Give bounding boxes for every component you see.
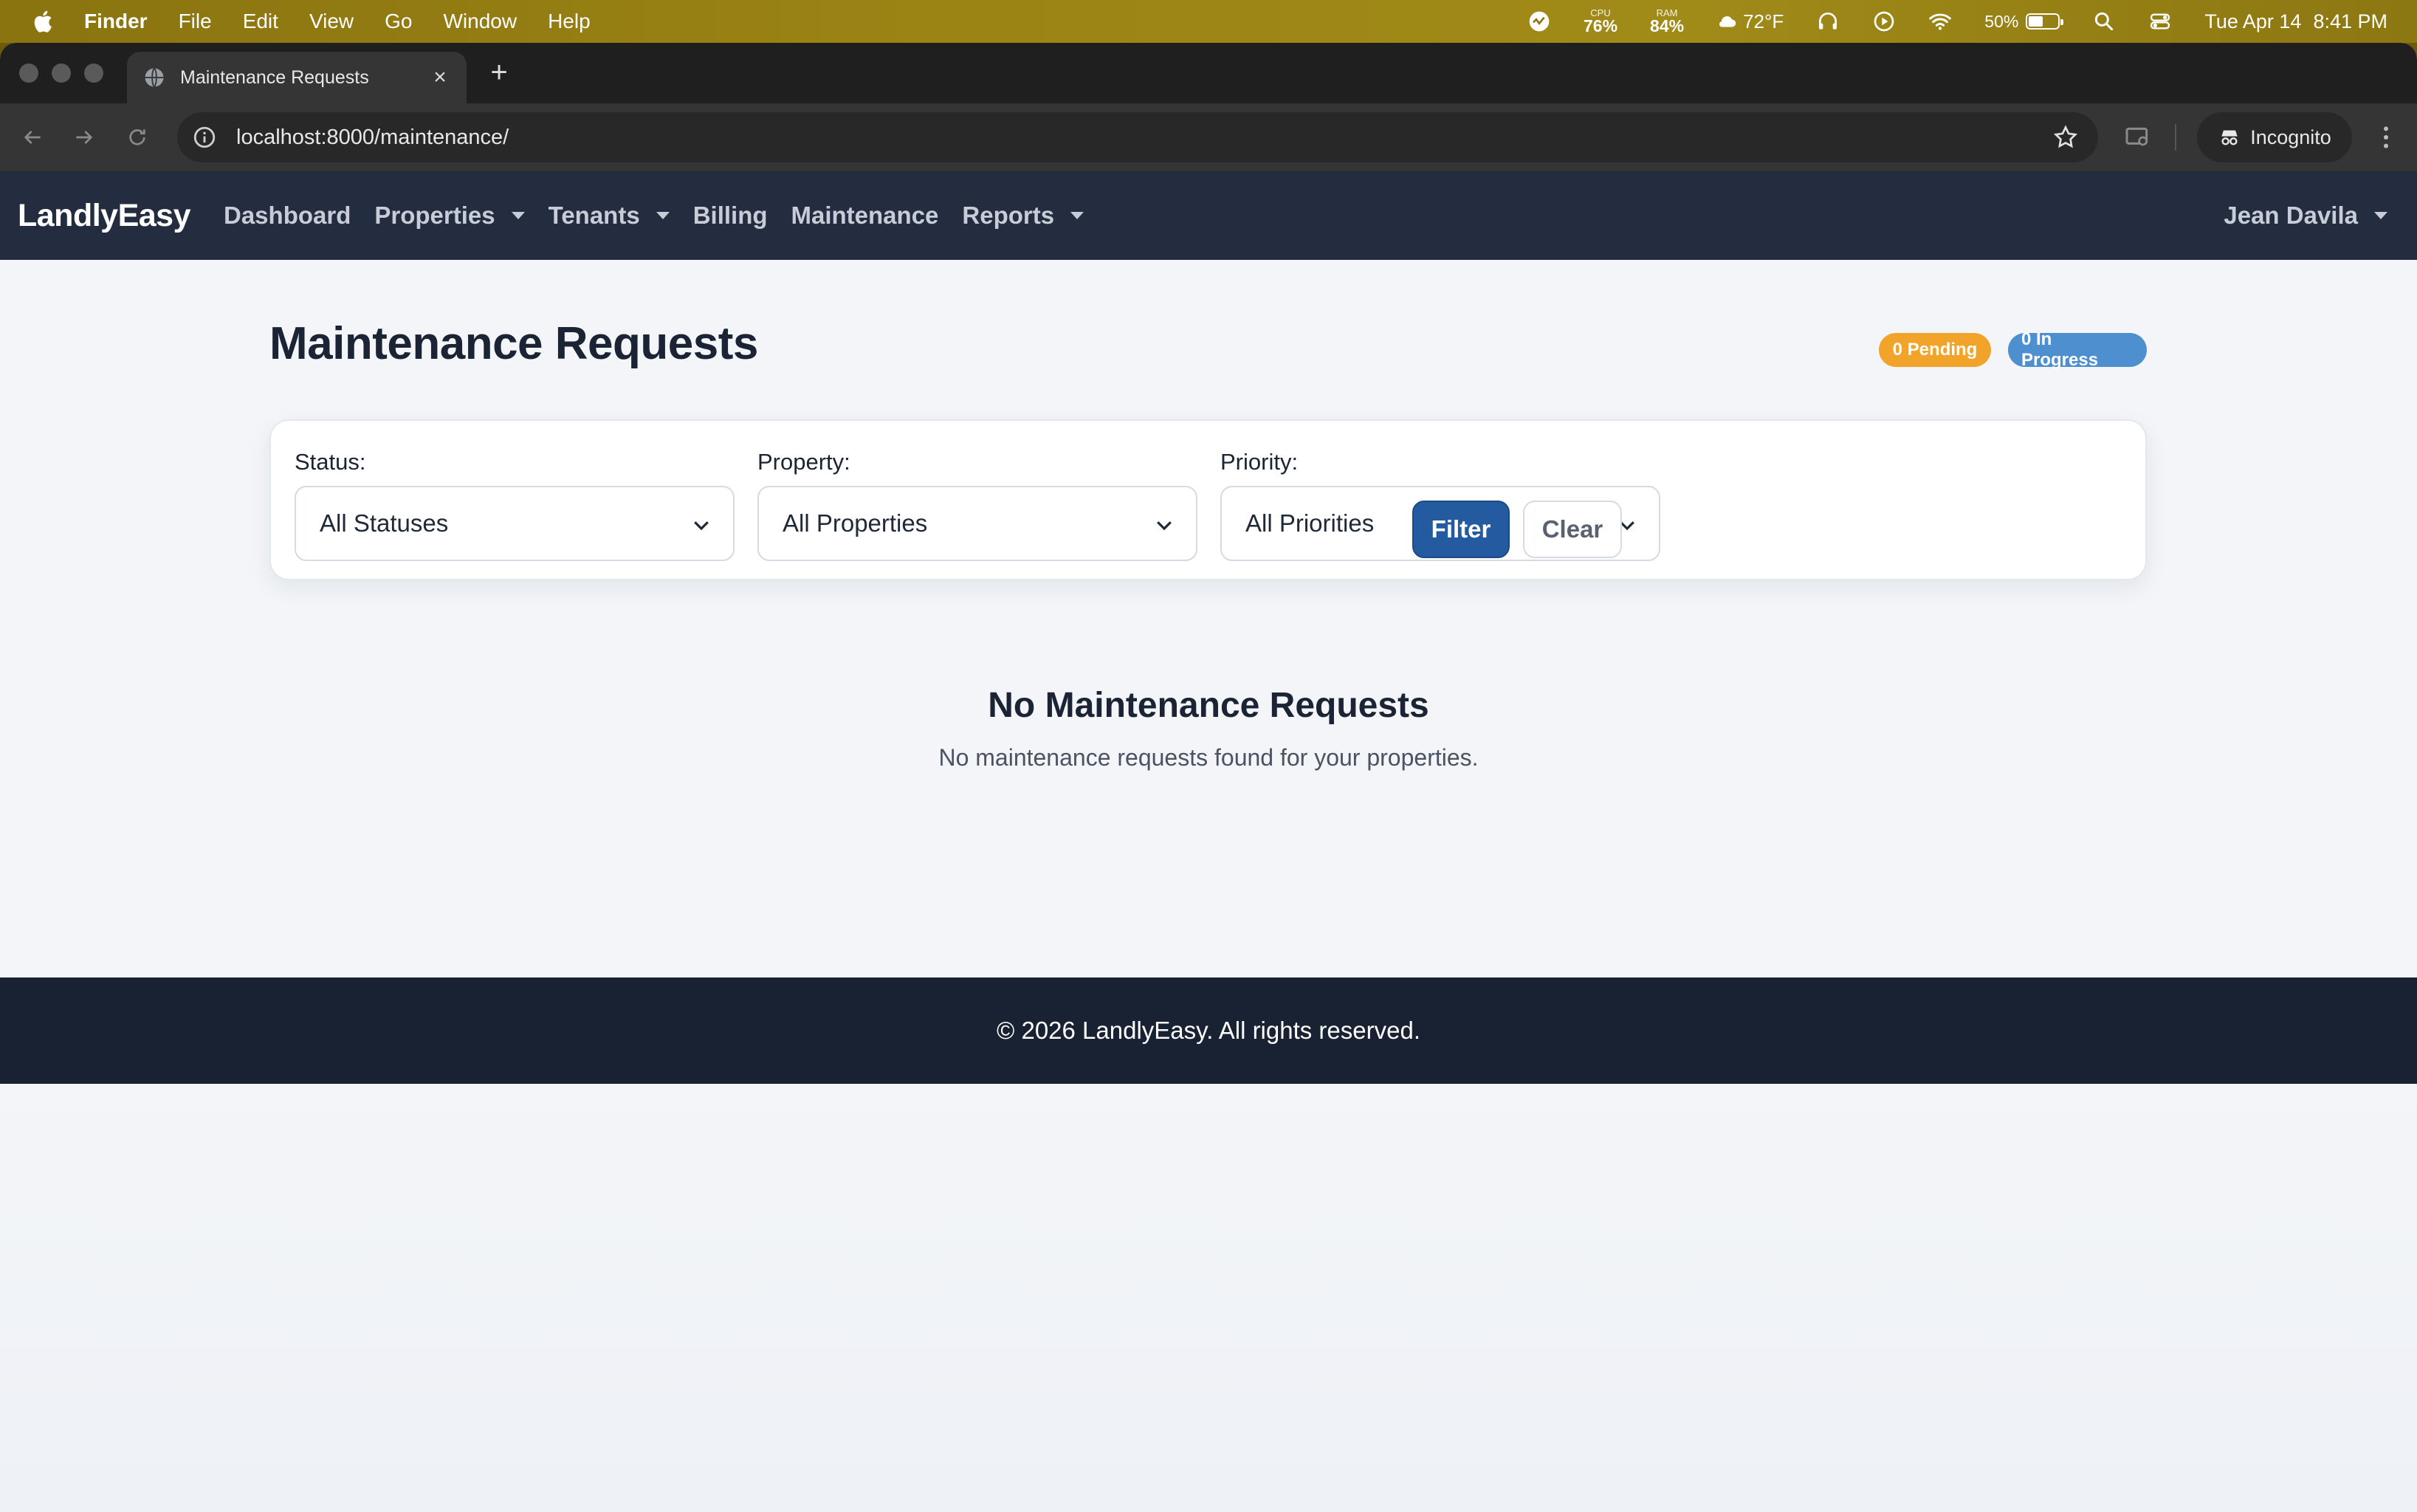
address-bar[interactable]: localhost:8000/maintenance/: [177, 112, 2098, 162]
bookmark-star-icon[interactable]: [2052, 124, 2079, 151]
ram-label: RAM: [1656, 7, 1678, 18]
pending-count-badge: 0 Pending: [1879, 333, 1991, 367]
nav-properties-label: Properties: [374, 202, 495, 229]
menu-view[interactable]: View: [309, 10, 354, 33]
caret-down-icon: [2374, 212, 2387, 219]
main-nav: Dashboard Properties Tenants Billing Mai…: [224, 202, 1084, 230]
status-select-value: All Statuses: [320, 509, 449, 537]
window-controls: [19, 63, 103, 83]
battery-icon: [2026, 13, 2064, 30]
toolbar-divider: [2175, 124, 2176, 151]
battery-percent: 50%: [1984, 11, 2019, 31]
url-text: localhost:8000/maintenance/: [236, 125, 509, 149]
menu-file[interactable]: File: [179, 10, 212, 33]
cpu-label: CPU: [1590, 7, 1611, 18]
filter-button[interactable]: Filter: [1412, 501, 1510, 558]
minimize-window-button[interactable]: [52, 63, 71, 83]
cpu-stat[interactable]: CPU 76%: [1584, 8, 1617, 35]
back-icon[interactable]: [18, 123, 47, 152]
page-title: Maintenance Requests: [269, 318, 758, 369]
tab-strip: Maintenance Requests × +: [0, 43, 2417, 103]
nav-tenants-label: Tenants: [548, 202, 640, 229]
chevron-down-icon: [1157, 521, 1172, 531]
nav-dashboard[interactable]: Dashboard: [224, 202, 351, 230]
clock-date: Tue Apr 14: [2204, 10, 2302, 32]
more-menu-icon[interactable]: [2371, 123, 2401, 152]
apple-icon[interactable]: [31, 9, 53, 34]
caret-down-icon: [511, 212, 525, 219]
nav-tenants[interactable]: Tenants: [549, 202, 670, 230]
caret-down-icon: [656, 212, 670, 219]
chevron-down-icon: [694, 521, 709, 531]
menu-go[interactable]: Go: [385, 10, 412, 33]
play-icon[interactable]: [1872, 10, 1896, 33]
status-filter-label: Status:: [295, 449, 366, 475]
user-menu[interactable]: Jean Davila: [2224, 202, 2387, 230]
property-filter-group: Property: All Properties: [757, 449, 1197, 561]
nav-reports[interactable]: Reports: [962, 202, 1084, 230]
property-filter-label: Property:: [757, 449, 850, 475]
site-info-icon[interactable]: [192, 125, 217, 150]
battery-indicator[interactable]: 50%: [1984, 11, 2064, 32]
menu-window[interactable]: Window: [443, 10, 517, 33]
nav-properties[interactable]: Properties: [374, 202, 525, 230]
clear-button[interactable]: Clear: [1523, 501, 1622, 558]
menu-help[interactable]: Help: [548, 10, 591, 33]
app-navbar: LandlyEasy Dashboard Properties Tenants …: [0, 171, 2417, 260]
macos-menubar: Finder File Edit View Go Window Help CPU…: [0, 0, 2417, 43]
incognito-icon: [2221, 130, 2238, 145]
property-select[interactable]: All Properties: [757, 486, 1197, 561]
property-select-value: All Properties: [783, 509, 928, 537]
new-tab-icon[interactable]: +: [484, 58, 514, 87]
close-tab-icon[interactable]: ×: [430, 66, 450, 89]
incognito-badge[interactable]: Incognito: [2197, 112, 2352, 162]
spotlight-search-icon[interactable]: [2092, 10, 2116, 33]
forward-icon[interactable]: [69, 123, 99, 152]
status-select[interactable]: All Statuses: [295, 486, 735, 561]
empty-state-title: No Maintenance Requests: [988, 686, 1429, 725]
browser-toolbar: localhost:8000/maintenance/ Incognito: [0, 103, 2417, 171]
nav-maintenance-label: Maintenance: [791, 202, 939, 229]
menu-app-name[interactable]: Finder: [84, 10, 148, 33]
caret-down-icon: [1070, 212, 1084, 219]
priority-filter-label: Priority:: [1220, 449, 1299, 475]
priority-select-value: All Priorities: [1245, 509, 1375, 537]
nav-billing-label: Billing: [692, 202, 768, 229]
globe-icon: [145, 67, 164, 88]
nav-dashboard-label: Dashboard: [224, 202, 351, 229]
brand-logo[interactable]: LandlyEasy: [18, 198, 191, 234]
browser-tab[interactable]: Maintenance Requests ×: [127, 52, 467, 103]
nav-maintenance[interactable]: Maintenance: [791, 202, 939, 230]
close-window-button[interactable]: [19, 63, 38, 83]
cast-search-icon[interactable]: [2123, 123, 2153, 152]
ram-stat[interactable]: RAM 84%: [1650, 8, 1684, 35]
menubar-clock[interactable]: Tue Apr 14 8:41 PM: [2204, 10, 2387, 33]
ram-value: 84%: [1650, 16, 1685, 35]
menu-edit[interactable]: Edit: [243, 10, 278, 33]
weather-temp: 72°F: [1743, 10, 1784, 32]
zoom-window-button[interactable]: [84, 63, 103, 83]
user-name: Jean Davila: [2224, 202, 2358, 229]
footer-copyright: © 2026 LandlyEasy. All rights reserved.: [996, 1017, 1420, 1044]
cloud-sun-icon: [1719, 16, 1736, 27]
activity-monitor-icon[interactable]: [1527, 10, 1551, 33]
weather-widget[interactable]: 72°F: [1716, 10, 1784, 33]
empty-state-message: No maintenance requests found for your p…: [938, 744, 1479, 771]
nav-reports-label: Reports: [962, 202, 1055, 229]
reload-icon[interactable]: [123, 123, 152, 152]
incognito-label: Incognito: [2250, 126, 2331, 148]
status-filter-group: Status: All Statuses: [295, 449, 735, 561]
clock-time: 8:41 PM: [2313, 10, 2387, 32]
filter-card: Status: All Statuses Property: All Prope…: [269, 419, 2147, 580]
cpu-value: 76%: [1584, 16, 1618, 35]
in-progress-count-badge: 0 In Progress: [2008, 329, 2147, 370]
control-center-icon[interactable]: [2148, 10, 2172, 33]
headphones-icon[interactable]: [1816, 10, 1840, 33]
tab-title: Maintenance Requests: [180, 66, 369, 88]
site-footer: © 2026 LandlyEasy. All rights reserved.: [0, 977, 2417, 1084]
nav-billing[interactable]: Billing: [693, 202, 768, 230]
page-background: [0, 1084, 2417, 1512]
wifi-icon[interactable]: [1928, 10, 1952, 33]
